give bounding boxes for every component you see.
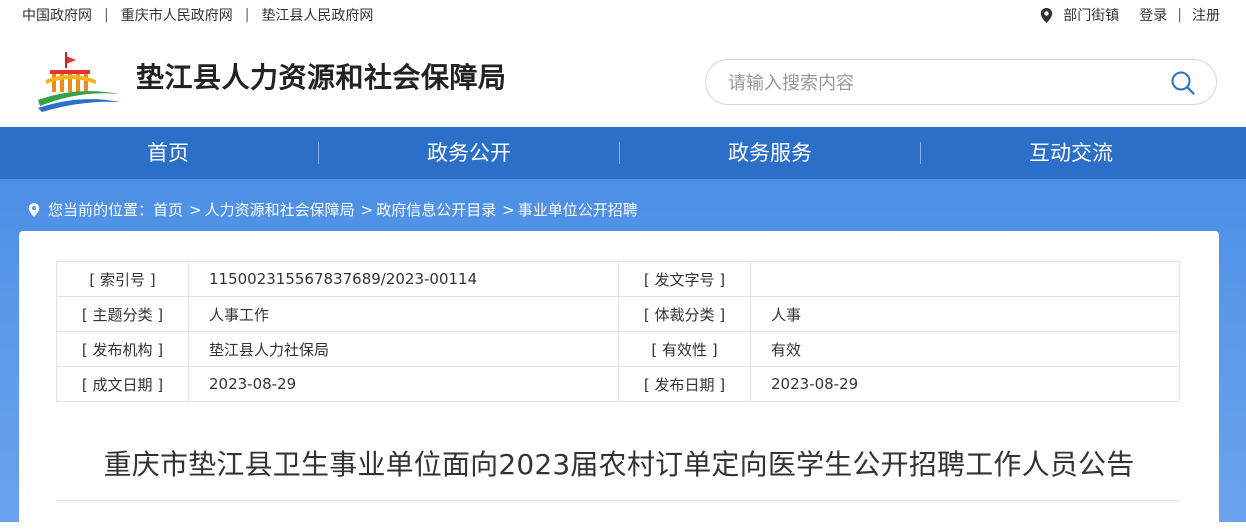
link-chongqing-gov[interactable]: 重庆市人民政府网 xyxy=(121,5,233,25)
published-date-value: 2023-08-29 xyxy=(750,366,1180,402)
location-pin-icon xyxy=(28,202,40,217)
genre-label: [ 体裁分类 ] xyxy=(618,296,751,332)
genre-value: 人事 xyxy=(750,296,1180,332)
table-row: [ 成文日期 ] 2023-08-29 [ 发布日期 ] 2023-08-29 xyxy=(56,366,1180,402)
document-title: 重庆市垫江县卫生事业单位面向2023届农村订单定向医学生公开招聘工作人员公告 xyxy=(103,448,1135,481)
divider: | xyxy=(1177,7,1182,23)
breadcrumb-recruitment[interactable]: 事业单位公开招聘 xyxy=(518,199,638,220)
breadcrumb-bureau[interactable]: 人力资源和社会保障局 xyxy=(205,199,355,220)
table-row: [ 主题分类 ] 人事工作 [ 体裁分类 ] 人事 xyxy=(56,296,1180,332)
link-gov-cn[interactable]: 中国政府网 xyxy=(22,5,92,25)
top-links: 中国政府网 | 重庆市人民政府网 | 垫江县人民政府网 xyxy=(22,5,373,25)
created-date-value: 2023-08-29 xyxy=(188,366,619,402)
breadcrumb-separator: > xyxy=(360,200,374,219)
published-date-label: [ 发布日期 ] xyxy=(618,366,751,402)
validity-value: 有效 xyxy=(750,331,1180,367)
location-pin-icon xyxy=(1041,7,1053,23)
nav-home[interactable]: 首页 xyxy=(18,127,318,179)
topic-label: [ 主题分类 ] xyxy=(56,296,189,332)
table-row: [ 发布机构 ] 垫江县人力社保局 [ 有效性 ] 有效 xyxy=(56,331,1180,367)
search-input[interactable] xyxy=(726,68,1150,98)
divider: | xyxy=(104,7,109,23)
doc-number-label: [ 发文字号 ] xyxy=(618,261,751,297)
site-title: 垫江县人力资源和社会保障局 xyxy=(136,61,507,94)
org-value: 垫江县人力社保局 xyxy=(188,331,619,367)
content-card: [ 索引号 ] 11500231556783768‌9/2023-00114 [… xyxy=(19,231,1219,531)
main-nav: 首页 政务公开 政务服务 互动交流 xyxy=(0,127,1246,179)
index-value: 11500231556783768‌9/2023-00114 xyxy=(188,261,619,297)
topic-value: 人事工作 xyxy=(188,296,619,332)
dept-street-link[interactable]: 部门街镇 xyxy=(1063,5,1119,25)
validity-label: [ 有效性 ] xyxy=(618,331,751,367)
search-box xyxy=(705,59,1217,105)
breadcrumb-home[interactable]: 首页 xyxy=(153,199,183,220)
top-bar: 中国政府网 | 重庆市人民政府网 | 垫江县人民政府网 部门街镇 登录 | 注册 xyxy=(0,0,1246,28)
login-link[interactable]: 登录 xyxy=(1139,5,1167,25)
created-date-label: [ 成文日期 ] xyxy=(56,366,189,402)
bureau-logo-icon xyxy=(38,52,120,112)
doc-number-value xyxy=(750,261,1180,297)
title-divider xyxy=(56,500,1180,501)
breadcrumb: 您当前的位置： 首页 > 人力资源和社会保障局 > 政府信息公开目录 > 事业单… xyxy=(28,199,638,220)
index-label: [ 索引号 ] xyxy=(56,261,189,297)
top-right: 部门街镇 登录 | 注册 xyxy=(1040,5,1220,25)
divider: | xyxy=(244,7,250,23)
search-icon[interactable] xyxy=(1170,70,1196,96)
register-link[interactable]: 注册 xyxy=(1192,5,1220,25)
nav-gov-affairs-open[interactable]: 政务公开 xyxy=(319,127,619,179)
nav-gov-services[interactable]: 政务服务 xyxy=(620,127,920,179)
breadcrumb-prefix: 您当前的位置： xyxy=(48,201,154,219)
header: 垫江县人力资源和社会保障局 xyxy=(0,28,1246,127)
nav-interaction[interactable]: 互动交流 xyxy=(921,127,1221,179)
table-row: [ 索引号 ] 11500231556783768‌9/2023-00114 [… xyxy=(56,261,1180,297)
breadcrumb-separator: > xyxy=(189,200,202,219)
breadcrumb-info-catalog[interactable]: 政府信息公开目录 xyxy=(376,199,496,220)
link-dianjiang-gov[interactable]: 垫江县人民政府网 xyxy=(261,5,373,25)
breadcrumb-separator: > xyxy=(502,200,515,219)
document-meta-table: [ 索引号 ] 11500231556783768‌9/2023-00114 [… xyxy=(56,261,1180,402)
org-label: [ 发布机构 ] xyxy=(56,331,189,367)
